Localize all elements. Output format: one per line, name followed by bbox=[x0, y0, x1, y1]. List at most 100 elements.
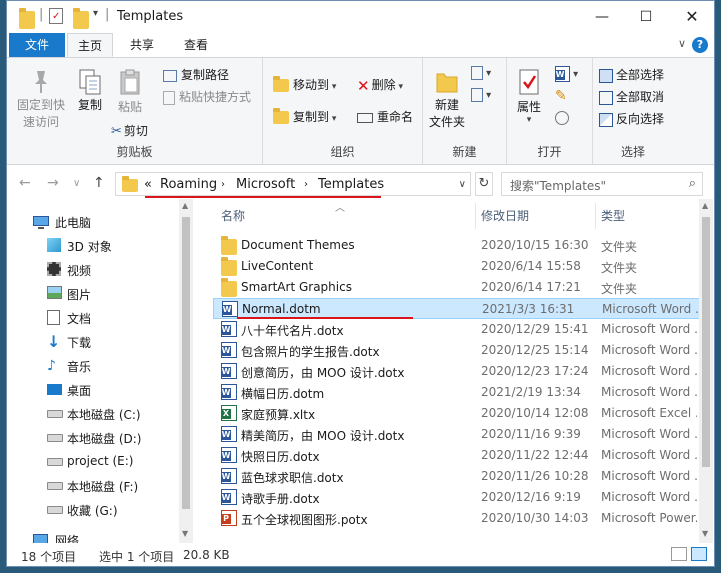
search-box[interactable]: 搜索"Templates" ⌕ bbox=[501, 172, 703, 196]
tab-view[interactable]: 查看 bbox=[173, 33, 219, 57]
scroll-up-icon[interactable]: ▲ bbox=[182, 201, 188, 210]
select-none-button[interactable]: 全部取消 bbox=[599, 88, 664, 105]
maximize-button[interactable]: ☐ bbox=[623, 1, 669, 33]
move-to-button[interactable]: 移动到 ▾ bbox=[273, 76, 336, 93]
paste-button[interactable]: 粘贴 bbox=[111, 68, 149, 115]
nav-item-drive-c[interactable]: 本地磁盘 (C:) bbox=[7, 403, 177, 425]
close-button[interactable]: ✕ bbox=[669, 1, 714, 33]
nav-item-network[interactable]: 网络 bbox=[7, 529, 177, 543]
word-icon bbox=[555, 66, 570, 82]
word-document-icon bbox=[221, 384, 237, 400]
address-bar[interactable]: « Roaming › Microsoft › Templates ∨ bbox=[115, 172, 471, 196]
file-row[interactable]: 精美简历，由 MOO 设计.dotx 2020/11/16 9:39 Micro… bbox=[213, 424, 699, 445]
column-header-date[interactable]: 修改日期 bbox=[481, 207, 529, 225]
nav-item-this-pc[interactable]: 此电脑 bbox=[7, 211, 177, 233]
ribbon-collapse-icon[interactable]: ∨ bbox=[678, 37, 686, 50]
nav-item-drive-e[interactable]: project (E:) bbox=[7, 451, 177, 473]
file-row[interactable]: 蓝色球求职信.dotx 2020/11/26 10:28 Microsoft W… bbox=[213, 466, 699, 487]
file-row[interactable]: Document Themes 2020/10/15 16:30 文件夹 bbox=[213, 235, 699, 256]
copy-button[interactable]: 复制 bbox=[71, 68, 109, 113]
file-row[interactable]: 家庭预算.xltx 2020/10/14 12:08 Microsoft Exc… bbox=[213, 403, 699, 424]
pin-quick-access-button[interactable]: 固定到快 速访问 bbox=[13, 68, 69, 130]
address-dropdown-icon[interactable]: ∨ bbox=[459, 179, 466, 190]
breadcrumb-chevron[interactable]: › bbox=[304, 179, 308, 190]
column-header-name[interactable]: 名称 bbox=[221, 207, 245, 225]
nav-scrollbar[interactable]: ▲ ▼ bbox=[179, 199, 193, 543]
nav-item-drive-d[interactable]: 本地磁盘 (D:) bbox=[7, 427, 177, 449]
up-button[interactable]: ↑ bbox=[93, 175, 105, 191]
cut-button[interactable]: ✂ 剪切 bbox=[111, 122, 148, 139]
cube-icon bbox=[47, 238, 61, 252]
nav-item-music[interactable]: ♪ 音乐 bbox=[7, 355, 177, 377]
tab-share[interactable]: 共享 bbox=[119, 33, 165, 57]
file-row[interactable]: LiveContent 2020/6/14 15:58 文件夹 bbox=[213, 256, 699, 277]
easy-access-icon bbox=[471, 88, 483, 102]
status-size: 20.8 KB bbox=[183, 548, 230, 562]
file-row[interactable]: 创意简历，由 MOO 设计.dotx 2020/12/23 17:24 Micr… bbox=[213, 361, 699, 382]
word-document-icon bbox=[221, 342, 237, 358]
nav-item-videos[interactable]: 视频 bbox=[7, 259, 177, 281]
file-row[interactable]: 包含照片的学生报告.dotx 2020/12/25 15:14 Microsof… bbox=[213, 340, 699, 361]
quick-access-dropdown-icon[interactable]: ▾ bbox=[93, 8, 98, 26]
file-list-scrollbar-thumb[interactable] bbox=[702, 217, 710, 467]
pin-icon bbox=[35, 71, 47, 93]
tab-home[interactable]: 主页 bbox=[67, 33, 113, 57]
nav-item-3d-objects[interactable]: 3D 对象 bbox=[7, 235, 177, 257]
help-icon[interactable]: ? bbox=[692, 37, 708, 53]
invert-selection-button[interactable]: 反向选择 bbox=[599, 110, 664, 127]
file-row[interactable]: 八十年代名片.dotx 2020/12/29 15:41 Microsoft W… bbox=[213, 319, 699, 340]
scroll-up-icon[interactable]: ▲ bbox=[702, 201, 708, 210]
file-row-selected[interactable]: Normal.dotm 2021/3/3 16:31 Microsoft Wor… bbox=[213, 298, 699, 319]
nav-item-drive-g[interactable]: 收藏 (G:) bbox=[7, 499, 177, 521]
new-folder-button[interactable]: 新建 文件夹 bbox=[427, 68, 467, 130]
edit-button[interactable]: ✎ bbox=[555, 88, 567, 104]
file-list-scrollbar[interactable]: ▲ ▼ bbox=[699, 199, 713, 543]
details-view-icon[interactable] bbox=[671, 547, 687, 561]
recent-locations-button[interactable]: ∨ bbox=[73, 178, 80, 189]
new-item-button[interactable]: ▾ bbox=[471, 66, 491, 80]
file-row[interactable]: 横幅日历.dotm 2021/2/19 13:34 Microsoft Word… bbox=[213, 382, 699, 403]
group-label-clipboard: 剪贴板 bbox=[116, 145, 153, 159]
breadcrumb-roaming[interactable]: Roaming bbox=[160, 177, 217, 192]
paste-shortcut-button[interactable]: 粘贴快捷方式 bbox=[163, 88, 251, 105]
nav-item-documents[interactable]: 文档 bbox=[7, 307, 177, 329]
history-button[interactable] bbox=[555, 110, 569, 125]
rename-button[interactable]: 重命名 bbox=[357, 108, 413, 125]
navigation-pane: 此电脑 3D 对象 视频 图片 文档 ↓ 下载 ♪ 音乐 桌面 本地磁盘 (C:… bbox=[7, 199, 193, 543]
new-folder-quick-icon[interactable] bbox=[73, 8, 89, 29]
copy-to-button[interactable]: 复制到 ▾ bbox=[273, 108, 336, 125]
minimize-button[interactable]: — bbox=[579, 1, 625, 33]
scroll-down-icon[interactable]: ▼ bbox=[702, 529, 708, 538]
breadcrumb-chevron[interactable]: › bbox=[221, 179, 225, 190]
forward-button[interactable]: → bbox=[47, 175, 59, 191]
group-label-new: 新建 bbox=[452, 145, 477, 159]
scroll-down-icon[interactable]: ▼ bbox=[182, 529, 188, 538]
nav-scrollbar-thumb[interactable] bbox=[182, 217, 190, 509]
back-button[interactable]: ← bbox=[19, 175, 31, 191]
file-row[interactable]: 五个全球视图图形.potx 2020/10/30 14:03 Microsoft… bbox=[213, 508, 699, 529]
tab-file[interactable]: 文件 bbox=[9, 33, 65, 57]
properties-button[interactable]: 属性 ▾ bbox=[509, 68, 549, 125]
copy-path-button[interactable]: 复制路径 bbox=[163, 66, 229, 83]
sort-ascending-icon: ︿ bbox=[335, 203, 345, 214]
status-bar: 18 个项目 选中 1 个项目 20.8 KB bbox=[7, 544, 714, 566]
column-header-type[interactable]: 类型 bbox=[601, 207, 625, 225]
breadcrumb-templates[interactable]: Templates bbox=[318, 177, 384, 192]
refresh-button[interactable]: ↻ bbox=[475, 172, 493, 196]
nav-item-pictures[interactable]: 图片 bbox=[7, 283, 177, 305]
select-all-button[interactable]: 全部选择 bbox=[599, 66, 664, 83]
file-row[interactable]: 快照日历.dotx 2020/11/22 12:44 Microsoft Wor… bbox=[213, 445, 699, 466]
delete-button[interactable]: ✕ 删除 ▾ bbox=[357, 76, 403, 95]
easy-access-button[interactable]: ▾ bbox=[471, 88, 491, 102]
file-row[interactable]: 诗歌手册.dotx 2020/12/16 9:19 Microsoft Word… bbox=[213, 487, 699, 508]
breadcrumb-microsoft[interactable]: Microsoft bbox=[236, 177, 295, 192]
nav-item-downloads[interactable]: ↓ 下载 bbox=[7, 331, 177, 353]
large-icons-view-icon[interactable] bbox=[691, 547, 707, 561]
breadcrumb-overflow[interactable]: « bbox=[144, 177, 152, 192]
properties-quick-icon[interactable]: ✓ bbox=[49, 8, 63, 24]
file-row[interactable]: SmartArt Graphics 2020/6/14 17:21 文件夹 bbox=[213, 277, 699, 298]
ribbon: 固定到快 速访问 复制 粘贴 复制路径 粘贴快捷方式 ✂ 剪切 剪贴板 移动到 … bbox=[7, 57, 714, 165]
open-button[interactable]: ▾ bbox=[555, 66, 578, 82]
nav-item-drive-f[interactable]: 本地磁盘 (F:) bbox=[7, 475, 177, 497]
nav-item-desktop[interactable]: 桌面 bbox=[7, 379, 177, 401]
